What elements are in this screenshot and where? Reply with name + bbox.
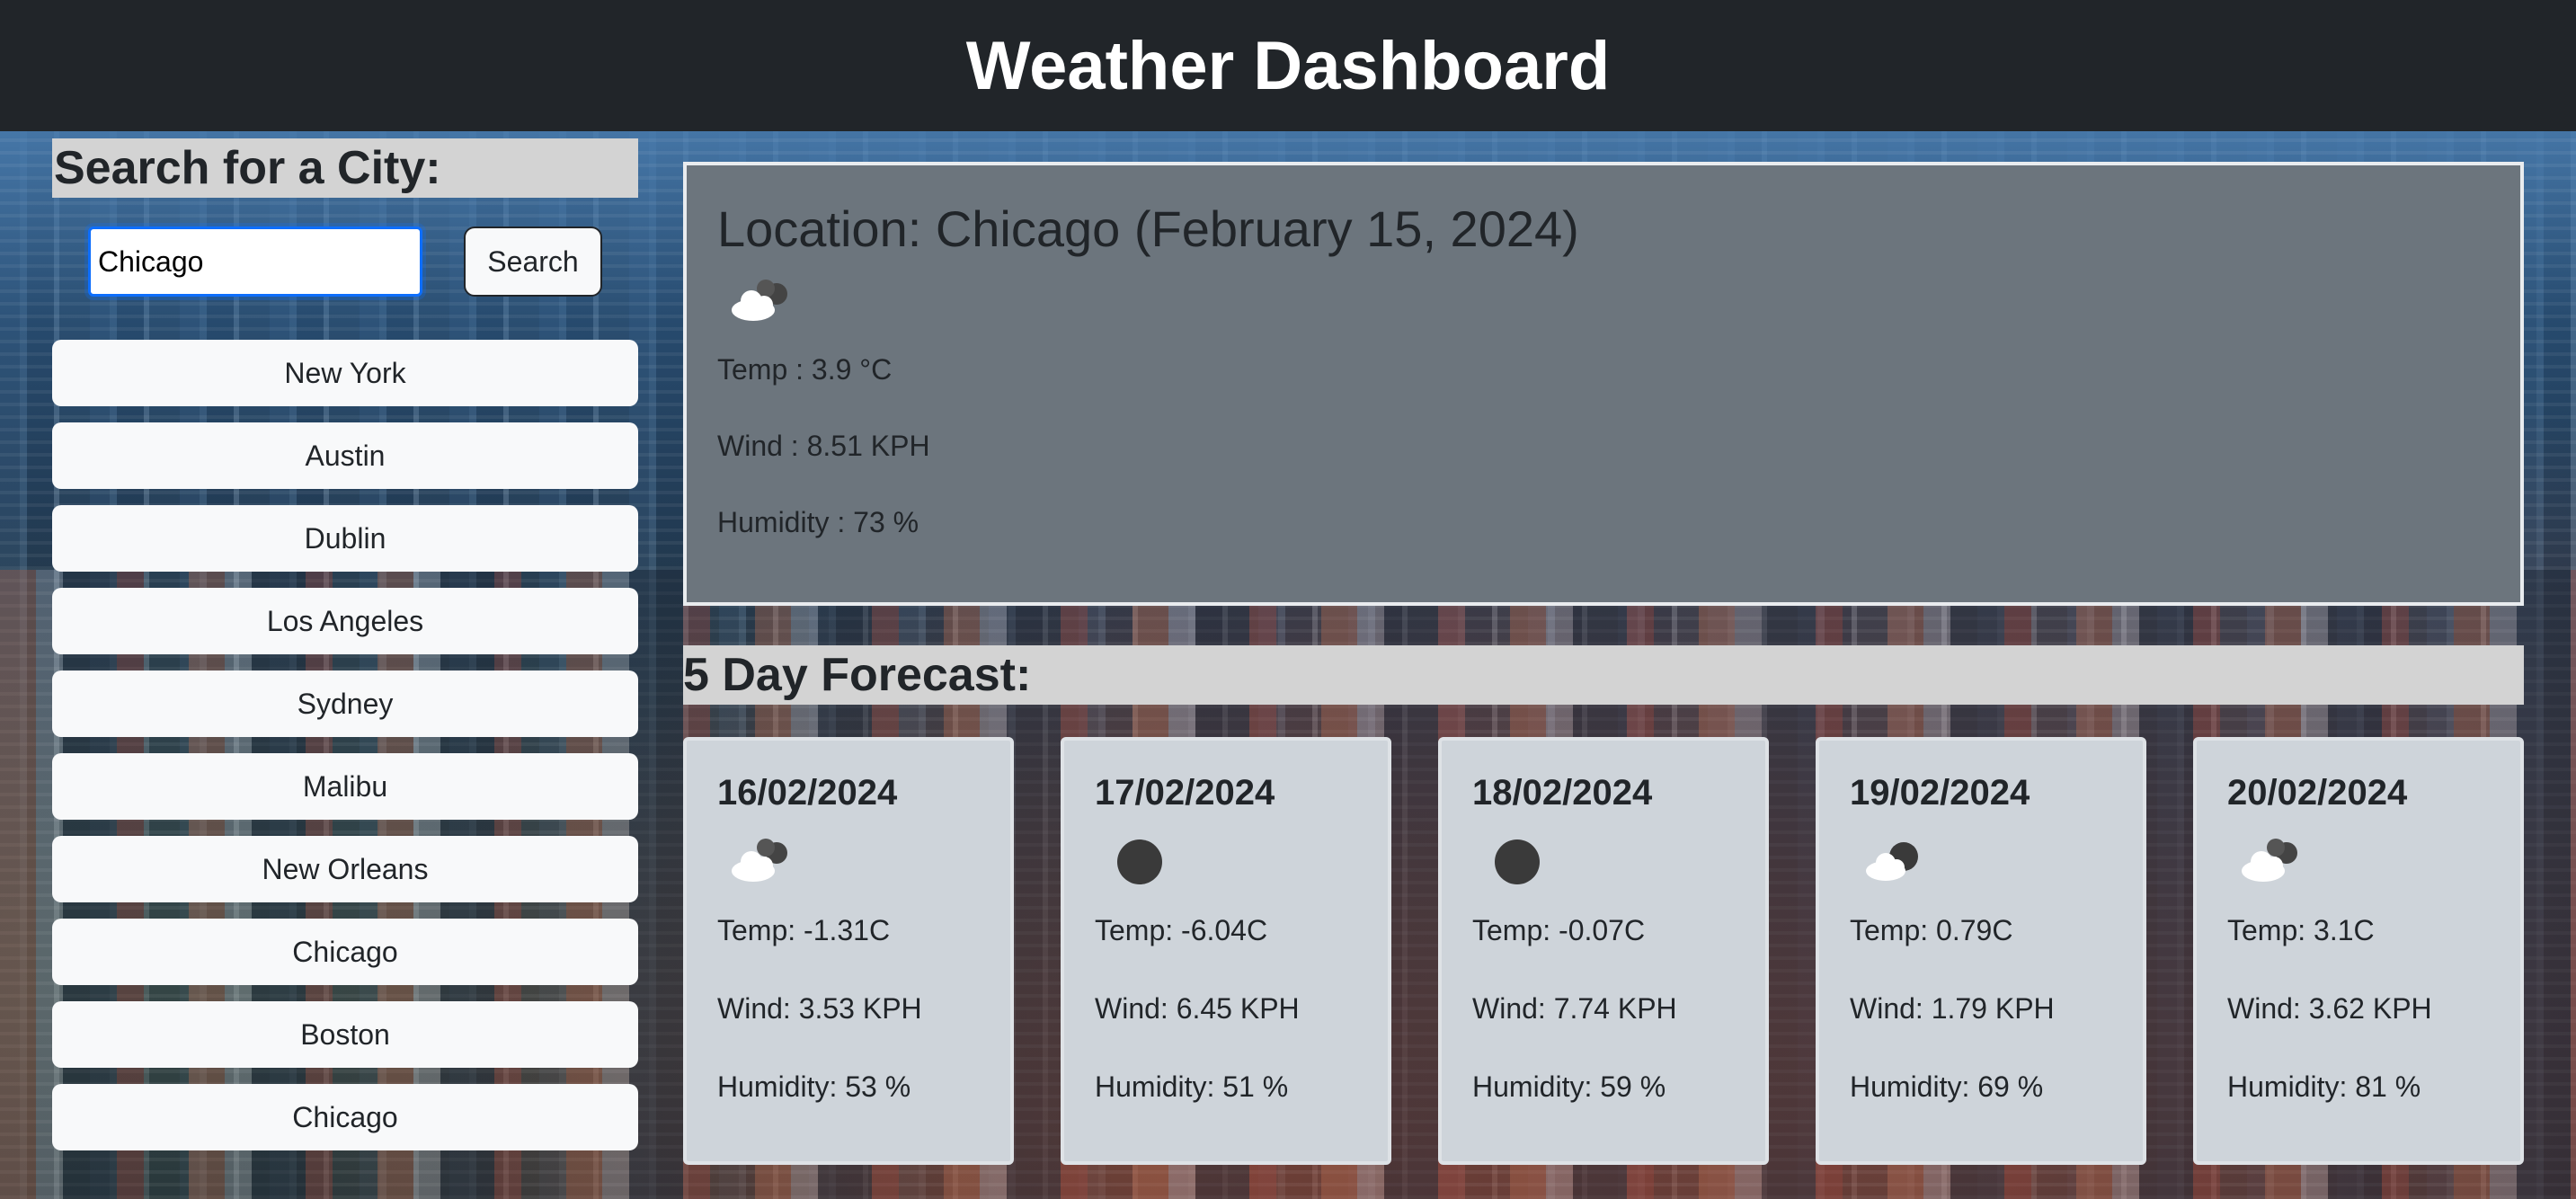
history-city-button[interactable]: Boston — [52, 1001, 638, 1068]
forecast-temp: Temp: 0.79C — [1850, 914, 2013, 946]
forecast-wind: Wind: 1.79 KPH — [1850, 992, 2055, 1025]
forecast-wind: Wind: 7.74 KPH — [1472, 992, 1677, 1025]
current-humidity: Humidity : 73 % — [717, 506, 919, 538]
search-button[interactable]: Search — [464, 226, 602, 297]
cloudy-icon — [2236, 835, 2317, 889]
clear-night-icon — [1104, 835, 1185, 889]
clear-night-icon — [1481, 835, 1562, 889]
search-heading: Search for a City: — [52, 138, 638, 198]
forecast-card: 20/02/2024 Temp: 3.1C Wind: 3.62 KPH Hum… — [2193, 737, 2524, 1165]
forecast-wind: Wind: 3.62 KPH — [2227, 992, 2432, 1025]
forecast-humidity: Humidity: 81 % — [2227, 1070, 2421, 1103]
history-city-button[interactable]: Los Angeles — [52, 588, 638, 654]
forecast-temp: Temp: 3.1C — [2227, 914, 2375, 946]
forecast-date: 19/02/2024 — [1850, 773, 2030, 813]
history-city-button[interactable]: New Orleans — [52, 836, 638, 902]
forecast-cards: 16/02/2024 Temp: -1.31C Wind: 3.53 KPH H… — [683, 737, 2524, 1165]
history-city-button[interactable]: Dublin — [52, 505, 638, 572]
history-city-button[interactable]: Austin — [52, 422, 638, 489]
page-title: Weather Dashboard — [965, 27, 1611, 104]
forecast-temp: Temp: -0.07C — [1472, 914, 1646, 946]
search-history-list: New York Austin Dublin Los Angeles Sydne… — [52, 340, 638, 1150]
cloudy-icon — [726, 835, 807, 889]
history-city-button[interactable]: Sydney — [52, 671, 638, 737]
city-search-input[interactable] — [88, 226, 422, 297]
history-city-button[interactable]: New York — [52, 340, 638, 406]
forecast-card: 17/02/2024 Temp: -6.04C Wind: 6.45 KPH H… — [1061, 737, 1391, 1165]
forecast-card: 16/02/2024 Temp: -1.31C Wind: 3.53 KPH H… — [683, 737, 1014, 1165]
forecast-date: 16/02/2024 — [717, 773, 898, 813]
forecast-date: 17/02/2024 — [1095, 773, 1275, 813]
history-city-button[interactable]: Chicago — [52, 1084, 638, 1150]
forecast-wind: Wind: 6.45 KPH — [1095, 992, 1300, 1025]
forecast-heading: 5 Day Forecast: — [683, 645, 2524, 705]
forecast-humidity: Humidity: 51 % — [1095, 1070, 1289, 1103]
forecast-humidity: Humidity: 53 % — [717, 1070, 911, 1103]
forecast-card: 19/02/2024 Temp: 0.79C Wind: 1.79 KPH Hu… — [1816, 737, 2146, 1165]
current-weather-panel: Location: Chicago (February 15, 2024) Te… — [683, 162, 2524, 606]
current-location-title: Location: Chicago (February 15, 2024) — [717, 200, 1579, 257]
forecast-date: 20/02/2024 — [2227, 773, 2408, 813]
forecast-humidity: Humidity: 59 % — [1472, 1070, 1666, 1103]
forecast-humidity: Humidity: 69 % — [1850, 1070, 2044, 1103]
history-city-button[interactable]: Chicago — [52, 919, 638, 985]
app-header: Weather Dashboard — [0, 0, 2576, 131]
current-wind: Wind : 8.51 KPH — [717, 430, 930, 462]
forecast-temp: Temp: -6.04C — [1095, 914, 1268, 946]
partly-cloudy-night-icon — [1859, 835, 1940, 889]
forecast-card: 18/02/2024 Temp: -0.07C Wind: 7.74 KPH H… — [1438, 737, 1769, 1165]
forecast-temp: Temp: -1.31C — [717, 914, 891, 946]
forecast-date: 18/02/2024 — [1472, 773, 1653, 813]
history-city-button[interactable]: Malibu — [52, 753, 638, 820]
current-temp: Temp : 3.9 °C — [717, 353, 893, 386]
cloudy-icon — [726, 274, 807, 337]
forecast-wind: Wind: 3.53 KPH — [717, 992, 922, 1025]
